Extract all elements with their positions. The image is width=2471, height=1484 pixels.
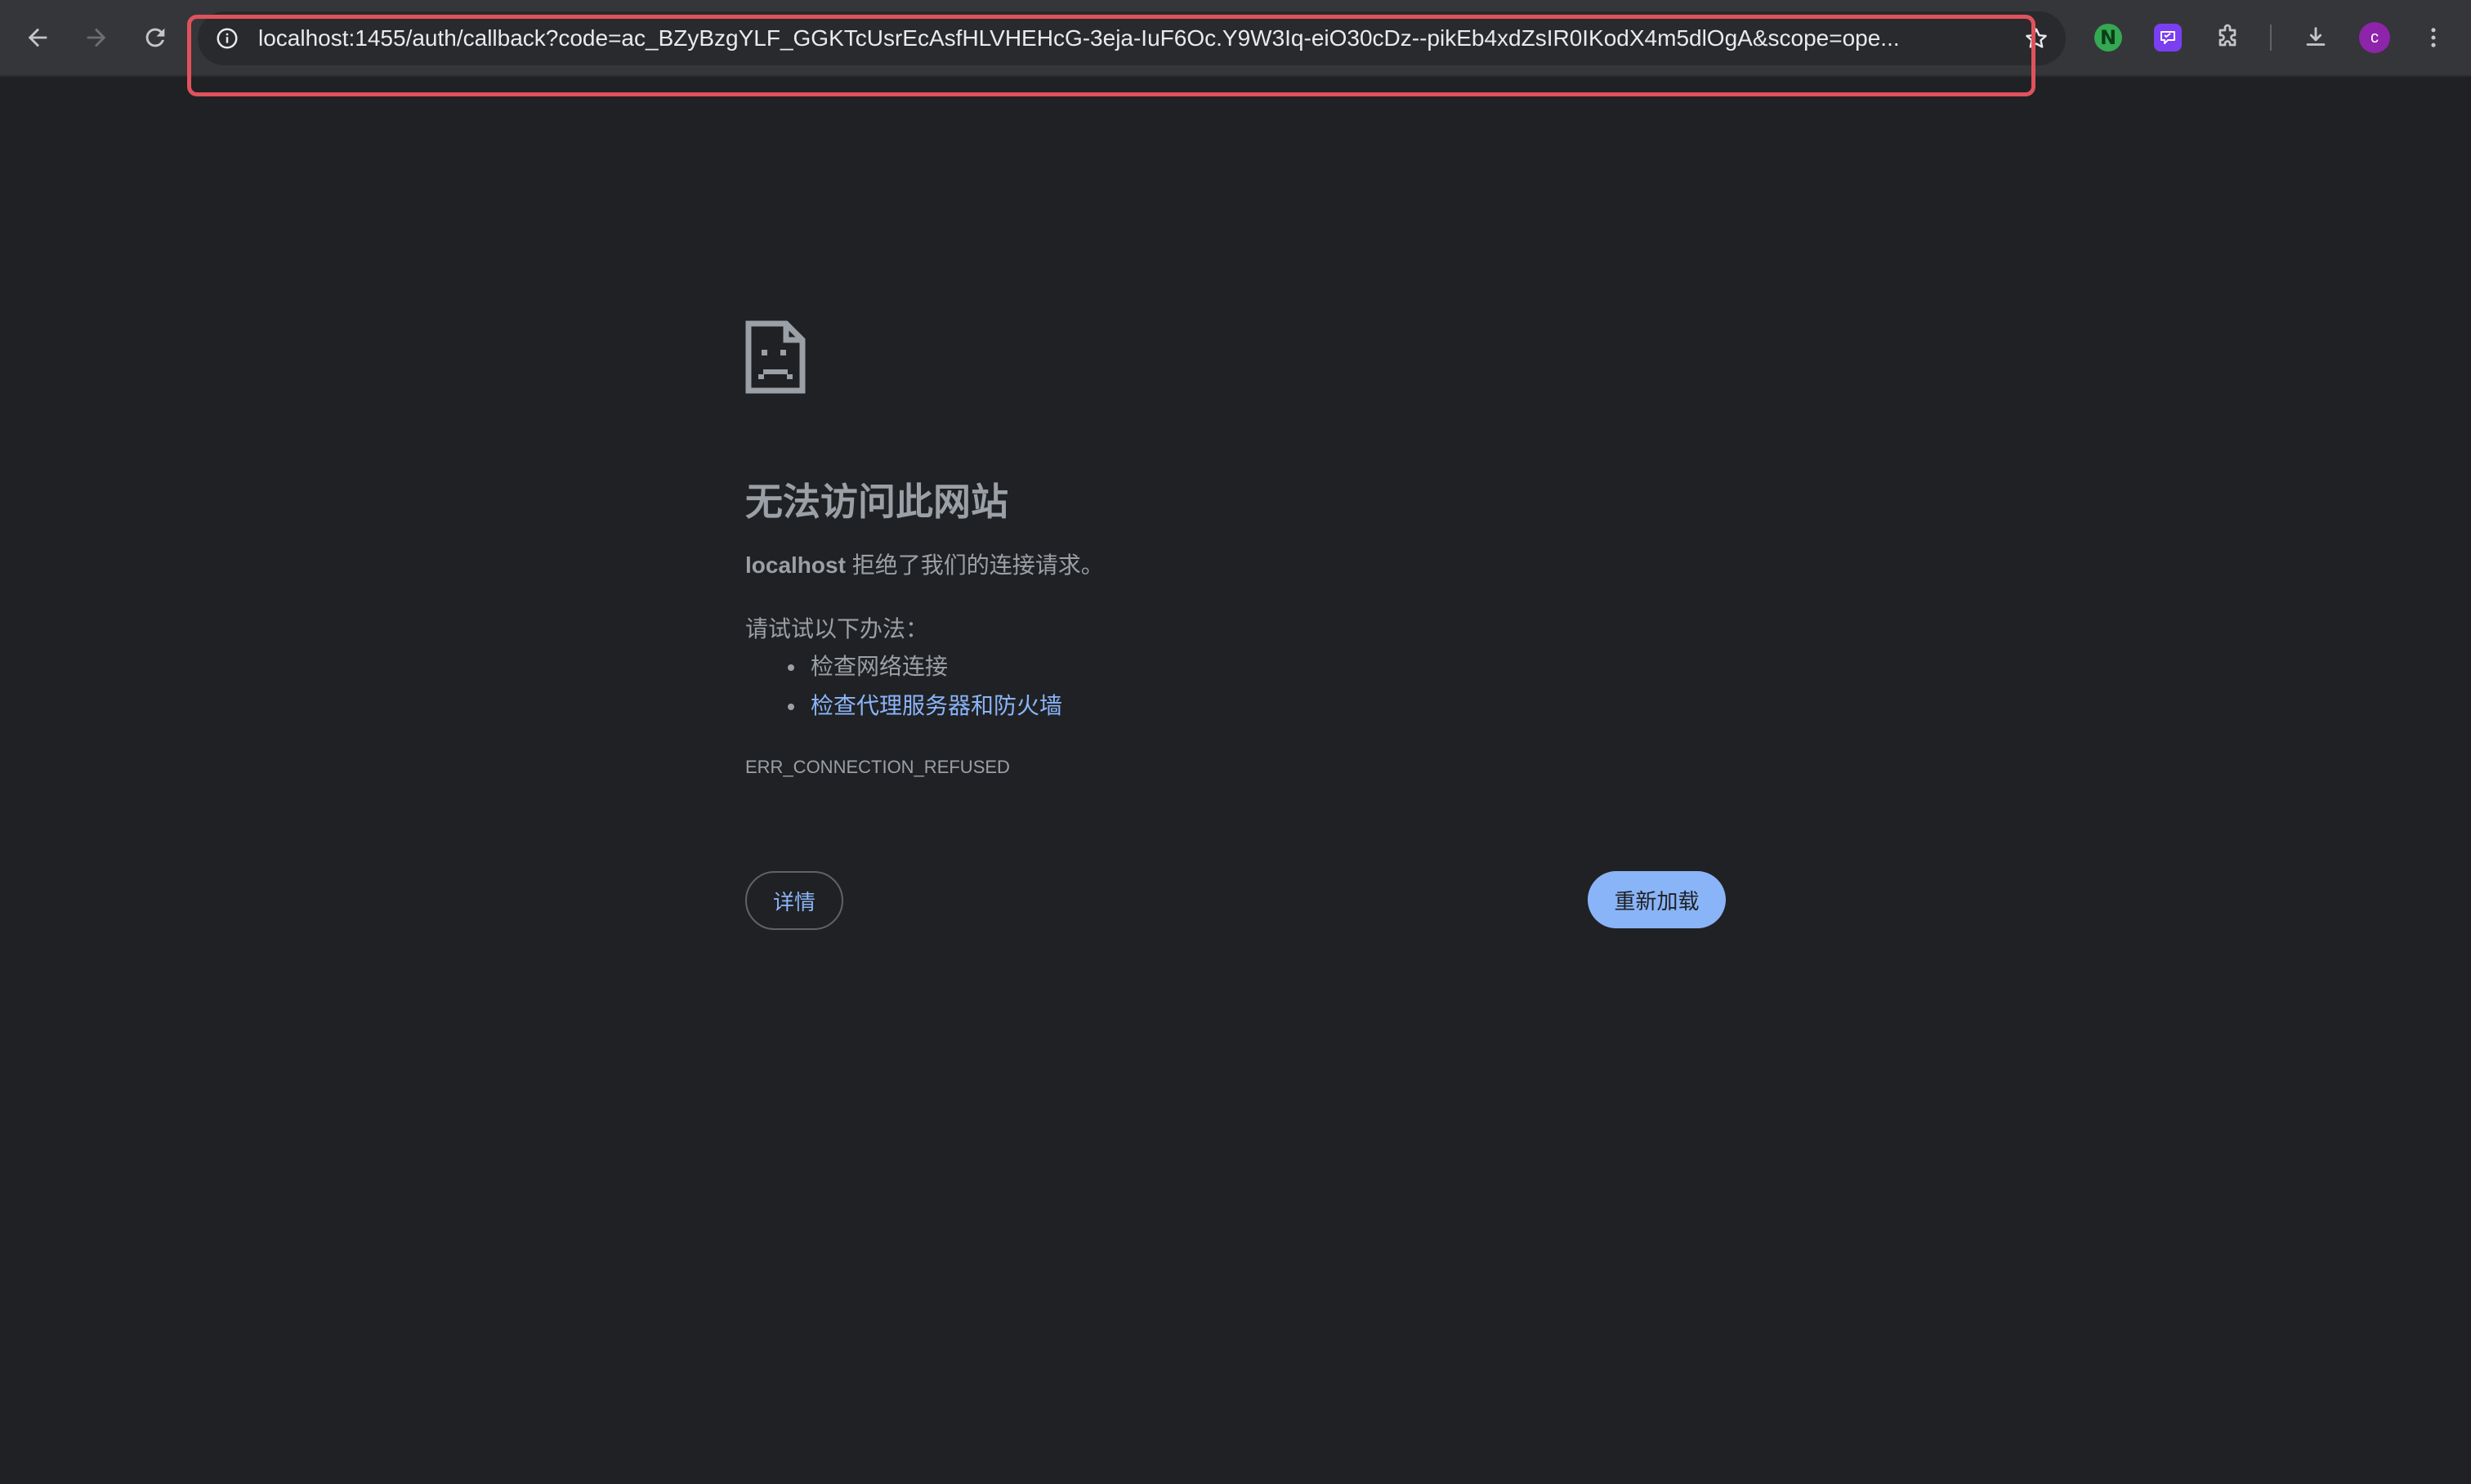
address-bar[interactable]: localhost:1455/auth/callback?code=ac_BZy… [198, 11, 2066, 65]
back-button[interactable] [15, 15, 60, 60]
n-extension-icon: N [2094, 24, 2122, 51]
profile-button[interactable]: c [2355, 18, 2394, 57]
suggestion-check-network: 检查网络连接 [788, 647, 1062, 686]
back-arrow-icon [28, 28, 47, 47]
reload-button[interactable]: 重新加载 [1588, 871, 1726, 928]
url-text[interactable]: localhost:1455/auth/callback?code=ac_BZy… [258, 11, 1991, 65]
reload-page-button[interactable] [132, 15, 178, 60]
browser-toolbar: localhost:1455/auth/callback?code=ac_BZy… [0, 0, 2471, 77]
error-code: ERR_CONNECTION_REFUSED [745, 757, 1010, 777]
extensions-menu-button[interactable] [2208, 18, 2247, 57]
downloads-button[interactable] [2296, 18, 2335, 57]
suggestions-list: 检查网络连接 检查代理服务器和防火墙 [788, 647, 1062, 726]
more-vertical-icon [2431, 28, 2436, 47]
puzzle-icon [2219, 24, 2236, 47]
purple-extension-icon [2154, 24, 2182, 51]
sad-page-icon [745, 320, 806, 394]
reload-icon [145, 28, 165, 47]
avatar: c [2359, 22, 2390, 53]
page-title: 无法访问此网站 [745, 481, 1008, 523]
info-icon [217, 28, 238, 49]
star-icon [2026, 28, 2047, 48]
download-icon [2306, 27, 2326, 46]
forward-button[interactable] [74, 15, 119, 60]
suggestions-label: 请试试以下办法： [745, 616, 929, 641]
error-description: localhost 拒绝了我们的连接请求。 [745, 548, 1104, 580]
host-name: localhost [745, 552, 846, 578]
description-text: 拒绝了我们的连接请求。 [845, 552, 1104, 578]
forward-arrow-icon [87, 28, 106, 47]
toolbar-divider [2270, 25, 2272, 51]
menu-button[interactable] [2414, 18, 2453, 57]
bookmark-star-button[interactable] [2018, 20, 2054, 56]
purple-extension-button[interactable] [2148, 18, 2187, 57]
suggestion-check-proxy-link[interactable]: 检查代理服务器和防火墙 [788, 686, 1062, 726]
n-extension-button[interactable]: N [2089, 18, 2128, 57]
details-button[interactable]: 详情 [745, 871, 843, 930]
site-info-button[interactable] [209, 20, 245, 56]
